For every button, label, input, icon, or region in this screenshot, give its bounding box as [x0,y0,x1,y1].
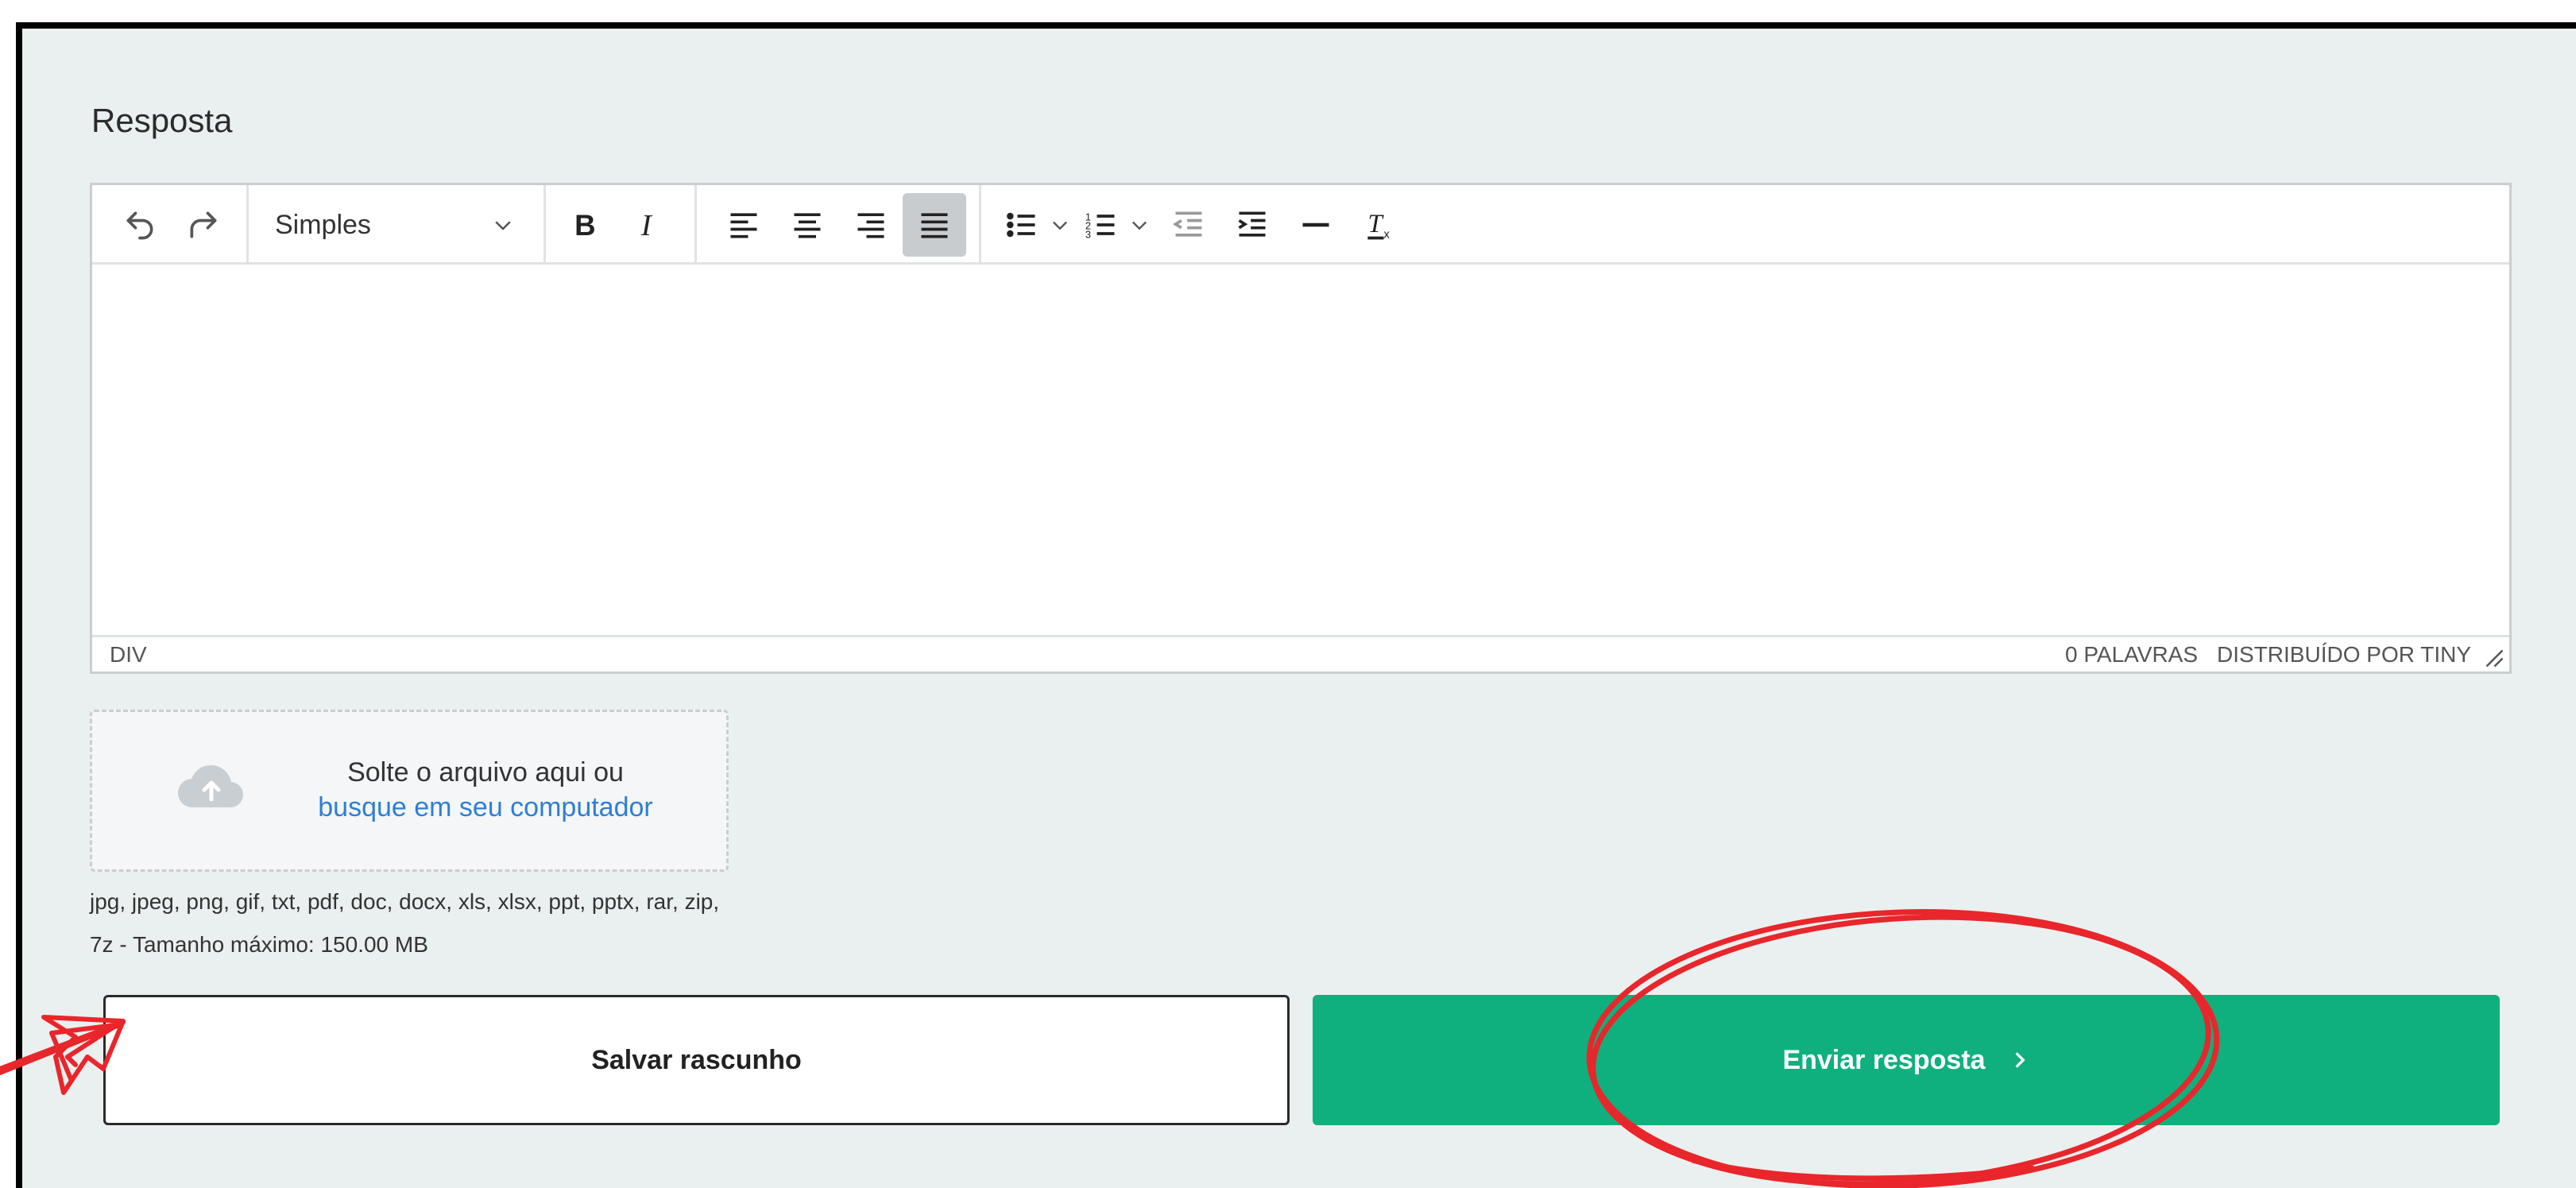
outdent-icon [1173,211,1202,237]
response-label: Resposta [91,102,233,139]
block-format-value: Simples [275,209,371,240]
horizontal-rule-button[interactable] [1284,193,1348,257]
redo-button[interactable] [172,193,235,257]
align-center-button[interactable] [776,193,839,257]
svg-text:T: T [1367,210,1384,238]
outdent-button[interactable] [1157,193,1220,257]
send-response-button[interactable]: Enviar resposta [1313,995,2500,1125]
svg-text:3: 3 [1085,229,1091,241]
bullet-list-icon [1007,212,1035,238]
rich-text-editor: Simples B I 123 T x DIV 0 PALAVRAS DISTR… [90,183,2512,674]
svg-text:B: B [574,209,595,242]
clear-formatting-button[interactable]: Tx [1348,193,1411,257]
cloud-upload-icon [177,764,244,808]
allowed-file-types-line: jpg, jpeg, png, gif, txt, pdf, doc, docx… [90,889,720,914]
save-draft-button[interactable]: Salvar rascunho [103,995,1290,1125]
editor-statusbar: DIV 0 PALAVRAS DISTRIBUÍDO POR TINY [92,635,2509,671]
italic-icon: I [640,209,653,242]
browse-computer-link[interactable]: busque em seu computador [279,790,692,825]
chevron-down-icon [1132,221,1147,230]
bullet-list-button[interactable] [998,193,1046,257]
bullet-list-options-button[interactable] [1044,193,1076,257]
align-right-button[interactable] [839,193,903,257]
word-count[interactable]: 0 PALAVRAS [2065,642,2198,668]
numbered-list-options-button[interactable] [1124,193,1155,257]
allowed-file-types: jpg, jpeg, png, gif, txt, pdf, doc, docx… [90,880,805,966]
align-left-button[interactable] [712,193,776,257]
dropzone-instructions: Solte o arquivo aqui ou [347,757,624,787]
align-justify-button[interactable] [903,193,966,257]
redo-icon [190,211,217,238]
horizontal-rule-icon [1302,223,1329,227]
editor-content-area[interactable] [92,265,2509,638]
chevron-right-icon [2015,1052,2025,1068]
align-right-icon [857,213,884,238]
indent-icon [1238,211,1266,237]
align-left-icon [730,213,757,238]
align-justify-icon [921,213,948,238]
resize-handle-icon[interactable] [2481,644,2504,668]
bold-icon: B [574,209,595,242]
svg-text:I: I [640,209,653,242]
save-draft-label: Salvar rascunho [591,1044,802,1075]
editor-toolbar: Simples B I 123 T x [92,185,2509,265]
italic-button[interactable]: I [617,193,680,257]
powered-by-link[interactable]: DISTRIBUÍDO POR TINY [2217,642,2471,668]
chevron-down-icon [495,221,511,230]
numbered-list-icon: 123 [1085,211,1115,241]
file-dropzone[interactable]: Solte o arquivo aqui ou busque em seu co… [90,710,729,872]
undo-button[interactable] [108,193,172,257]
numbered-list-button[interactable]: 123 [1077,193,1125,257]
undo-icon [126,211,153,240]
bold-button[interactable]: B [553,193,617,257]
chevron-down-icon [1053,221,1067,230]
align-center-icon [794,213,821,238]
block-format-select[interactable]: Simples [251,195,537,255]
max-file-size: 7z - Tamanho máximo: 150.00 MB [90,932,428,957]
send-response-label: Enviar resposta [1782,1044,1986,1075]
element-path[interactable]: DIV [110,642,147,668]
svg-text:x: x [1384,229,1390,242]
clear-formatting-icon: Tx [1367,210,1390,242]
indent-button[interactable] [1220,193,1284,257]
